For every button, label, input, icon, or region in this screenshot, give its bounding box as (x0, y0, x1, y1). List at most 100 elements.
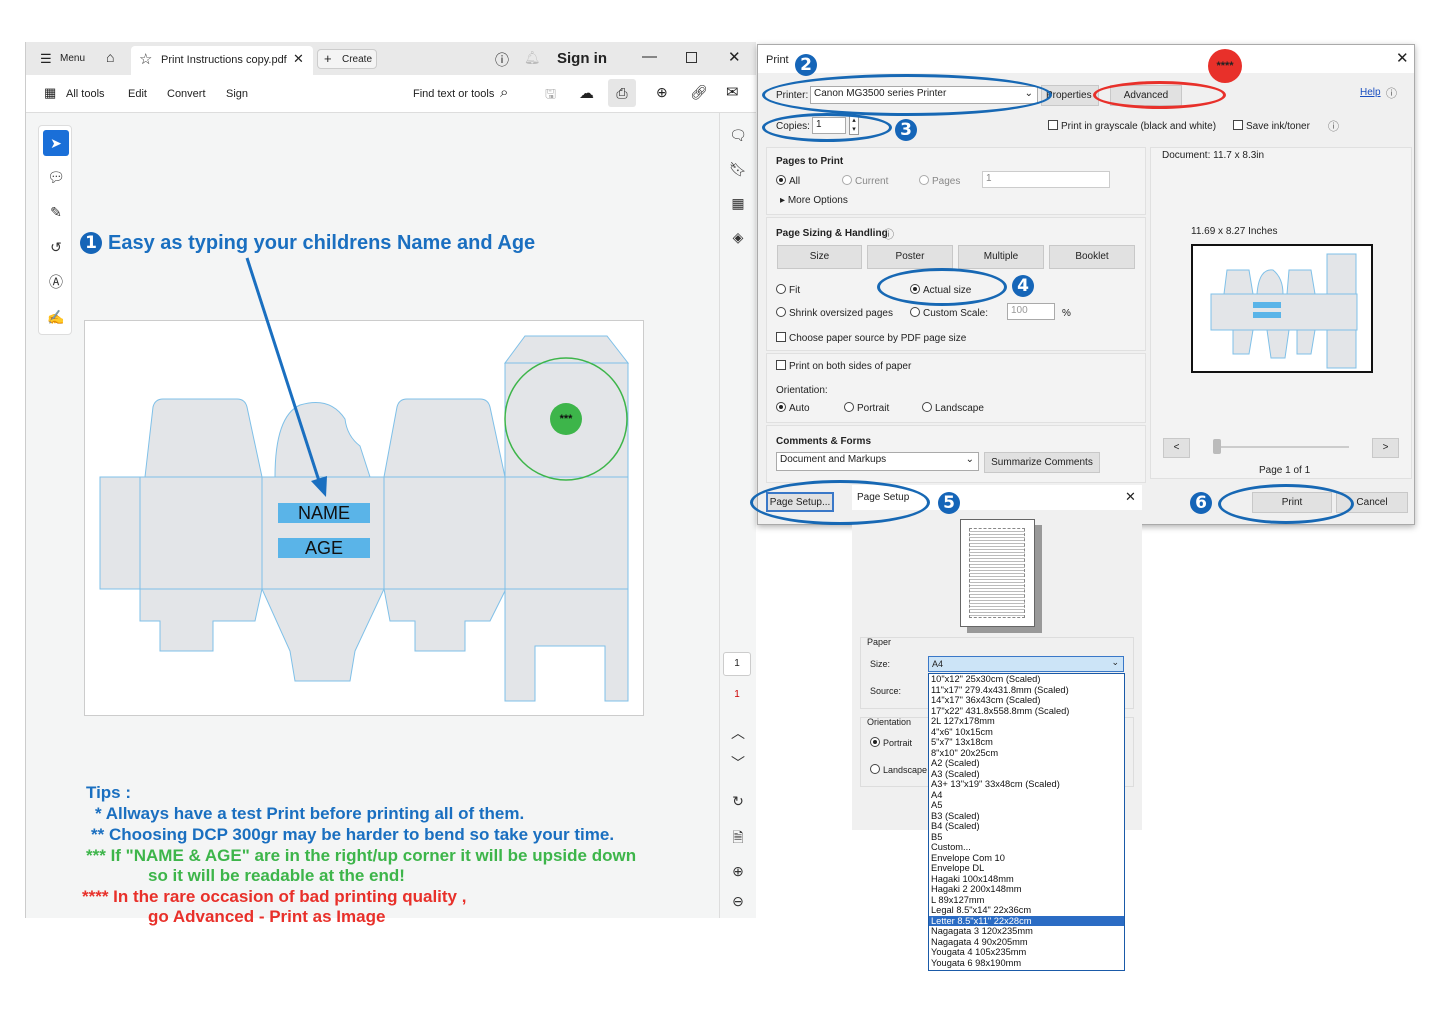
radio-auto[interactable]: Auto (776, 402, 810, 414)
both-sides-checkbox[interactable]: Print on both sides of paper (776, 360, 911, 372)
page-up-icon[interactable]: ︿ (728, 723, 748, 743)
radio-landscape[interactable]: Landscape (870, 764, 927, 775)
radio-pages[interactable]: Pages (919, 175, 960, 187)
paper-size-option[interactable]: 11"x17" 279.4x431.8mm (Scaled) (929, 685, 1124, 696)
booklet-button[interactable]: Booklet (1049, 245, 1135, 269)
actual-size-highlight-ellipse (877, 268, 1007, 306)
paper-size-option[interactable]: 5"x7" 13x18cm (929, 737, 1124, 748)
step-1-instruction: Easy as typing your childrens Name and A… (108, 232, 536, 254)
paper-size-option[interactable]: B4 (Scaled) (929, 821, 1124, 832)
paper-size-option[interactable]: A2 (Scaled) (929, 758, 1124, 769)
paper-size-option[interactable]: 2L 127x178mm (929, 716, 1124, 727)
page-number-input[interactable]: 1 (723, 652, 751, 676)
page-count: 1 (734, 689, 740, 700)
paper-size-option[interactable]: B5 (929, 832, 1124, 843)
zoom-out-icon[interactable]: ⊖ (728, 893, 748, 910)
page-setup-close-icon[interactable]: ✕ (1125, 489, 1136, 505)
paper-size-option[interactable]: Letter 8.5"x11" 22x28cm (929, 915, 1124, 926)
arrow-annotation (245, 257, 327, 497)
paper-size-option[interactable]: Envelope Com 10 (929, 853, 1124, 864)
paper-size-option[interactable]: A3+ 13"x19" 33x48cm (Scaled) (929, 779, 1124, 790)
paper-size-option[interactable]: 14"x17" 36x43cm (Scaled) (929, 695, 1124, 706)
duplex-orientation-section: Print on both sides of paper Orientation… (766, 353, 1146, 423)
step-1-badge: 1 (80, 232, 102, 254)
rotate-icon[interactable]: ↻ (728, 793, 748, 810)
radio-custom-scale[interactable]: Custom Scale: (910, 307, 988, 319)
info-icon: ⓘ (883, 229, 894, 241)
page-slider-thumb[interactable] (1213, 439, 1221, 454)
section-title: Page Sizing & Handling (776, 228, 888, 239)
paper-size-option[interactable]: Nagagata 4 90x205mm (929, 937, 1124, 948)
extract-page-icon[interactable]: 🗎︎ (728, 827, 748, 851)
paper-size-option[interactable]: Legal 8.5"x14" 22x36cm (929, 905, 1124, 916)
next-page-button[interactable]: > (1372, 438, 1399, 458)
paper-size-option[interactable]: Yougata 4 105x235mm (929, 947, 1124, 958)
radio-portrait[interactable]: Portrait (844, 402, 889, 414)
zoom-in-icon[interactable]: ⊕ (728, 863, 748, 880)
tip-2: ** Choosing DCP 300gr may be harder to b… (91, 825, 615, 844)
help-icon: ⓘ (1386, 88, 1397, 100)
paper-label: Paper (867, 637, 892, 647)
paper-size-option[interactable]: A3 (Scaled) (929, 769, 1124, 780)
pages-range-input[interactable]: 1 (982, 171, 1110, 188)
paper-preview (960, 519, 1035, 627)
comments-forms-section: Comments & Forms Document and Markups ⌄ S… (766, 425, 1146, 483)
paper-size-option[interactable]: Hagaki 2 200x148mm (929, 884, 1124, 895)
radio-all[interactable]: All (776, 175, 800, 187)
paper-size-option[interactable]: Hagaki 100x148mm (929, 874, 1124, 885)
size-button[interactable]: Size (777, 245, 862, 269)
tip-3-cont: so it will be readable at the end! (148, 866, 405, 885)
multiple-button[interactable]: Multiple (958, 245, 1044, 269)
radio-landscape[interactable]: Landscape (922, 402, 984, 414)
poster-button[interactable]: Poster (867, 245, 953, 269)
advanced-highlight-ellipse (1093, 81, 1226, 109)
paper-size-option[interactable]: L 89x127mm (929, 895, 1124, 906)
section-title: Comments & Forms (776, 436, 872, 447)
more-options-toggle[interactable]: ▸ More Options (780, 195, 848, 206)
step-3-badge: 3 (895, 119, 917, 141)
scale-input[interactable]: 100 (1007, 303, 1055, 320)
save-ink-checkbox[interactable]: Save ink/toner (1233, 120, 1310, 132)
prev-page-button[interactable]: < (1163, 438, 1190, 458)
page-setup-highlight-ellipse (750, 480, 930, 525)
paper-size-option[interactable]: Custom... (929, 842, 1124, 853)
info-icon: ⓘ (1328, 121, 1339, 133)
paper-size-select[interactable]: A4 ⌄ (928, 656, 1124, 672)
page-down-icon[interactable]: ﹀ (728, 753, 748, 773)
tip-1: * Allways have a test Print before print… (95, 804, 525, 823)
dialog-close-icon[interactable]: ✕ (1396, 49, 1409, 67)
paper-size-option[interactable]: 10"x12" 25x30cm (Scaled) (929, 674, 1124, 685)
paper-size-option[interactable]: A5 (929, 800, 1124, 811)
radio-shrink[interactable]: Shrink oversized pages (776, 307, 893, 319)
help-link[interactable]: Help (1360, 87, 1381, 98)
print-highlight-ellipse (1218, 484, 1354, 524)
radio-portrait[interactable]: Portrait (870, 737, 912, 748)
paper-size-option[interactable]: B3 (Scaled) (929, 811, 1124, 822)
tips-title: Tips : (86, 783, 132, 802)
radio-current[interactable]: Current (842, 175, 888, 187)
paper-size-option[interactable]: 17"x22" 431.8x558.8mm (Scaled) (929, 706, 1124, 717)
document-size: Document: 11.7 x 8.3in (1162, 150, 1265, 161)
comments-select[interactable]: Document and Markups ⌄ (776, 452, 979, 471)
paper-size-option[interactable]: A4 (929, 790, 1124, 801)
pages-to-print-section: Pages to Print All Current Pages 1 ▸ Mor… (766, 147, 1146, 215)
paper-size-option[interactable]: 4"x6" 10x15cm (929, 727, 1124, 738)
paper-size-option[interactable]: Nagagata 3 120x235mm (929, 926, 1124, 937)
radio-fit[interactable]: Fit (776, 284, 800, 296)
grayscale-checkbox[interactable]: Print in grayscale (black and white) (1048, 120, 1216, 132)
paper-size-option[interactable]: Envelope DL (929, 863, 1124, 874)
preview-size: 11.69 x 8.27 Inches (1191, 226, 1278, 237)
chevron-down-icon: ⌄ (965, 454, 974, 465)
paper-source-checkbox[interactable]: Choose paper source by PDF page size (776, 332, 966, 344)
summarize-comments-button[interactable]: Summarize Comments (984, 452, 1100, 473)
paper-size-option[interactable]: 8"x10" 20x25cm (929, 748, 1124, 759)
section-title: Pages to Print (776, 156, 844, 167)
step-2-badge: 2 (795, 54, 817, 76)
dialog-titlebar (758, 45, 1414, 73)
paper-size-option[interactable]: Yougata 6 98x190mm (929, 958, 1124, 969)
orientation-label: Orientation: (776, 385, 828, 396)
paper-size-dropdown-list[interactable]: 10"x12" 25x30cm (Scaled) 11"x17" 279.4x43… (928, 673, 1125, 971)
printer-highlight-ellipse (762, 74, 1052, 116)
page-slider[interactable] (1215, 446, 1349, 448)
source-label: Source: (870, 686, 902, 696)
